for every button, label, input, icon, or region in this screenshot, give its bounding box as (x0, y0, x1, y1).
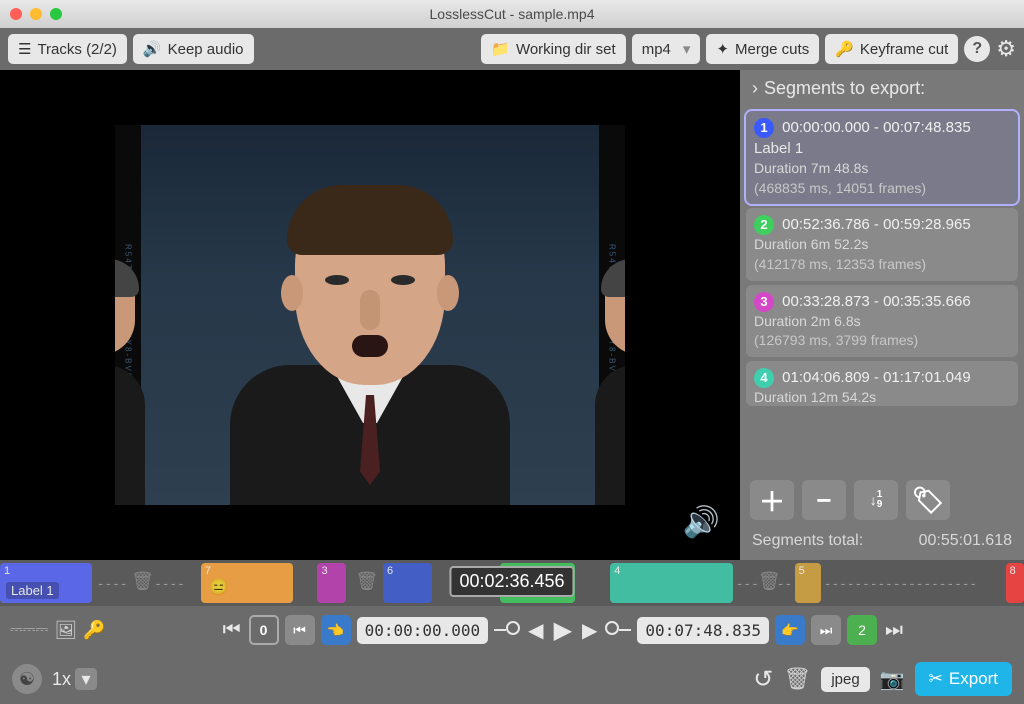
play-button[interactable]: ▶ (554, 616, 572, 645)
next-keyframe-button[interactable]: ⏭ (811, 615, 841, 645)
segments-header[interactable]: › Segments to export: (740, 70, 1024, 107)
trash-icon[interactable]: 🗑 (355, 571, 378, 592)
prev-keyframe-button[interactable]: ⏮ (285, 615, 315, 645)
segment-number-badge: 1 (754, 118, 774, 138)
segments-total-label: Segments total: (752, 532, 863, 550)
menu-icon: ☰ (18, 40, 31, 58)
jump-end-button[interactable]: ⏭ (885, 619, 903, 642)
step-forward-button[interactable]: ▶ (582, 618, 597, 643)
segments-total-value: 00:55:01.618 (919, 532, 1012, 550)
segment-time: 00:52:36.786 - 00:59:28.965 (782, 216, 971, 233)
add-segment-button[interactable]: ＋ (750, 480, 794, 520)
current-seg-index[interactable]: 0 (249, 615, 279, 645)
jump-start-button[interactable]: ⏮ (223, 619, 241, 642)
chevron-right-icon: › (752, 78, 758, 99)
playback-speed[interactable]: 1x ▾ (52, 668, 97, 690)
remove-segment-button[interactable]: − (802, 480, 846, 520)
tracks-button[interactable]: ☰ Tracks (2/2) (8, 34, 127, 64)
working-dir-button[interactable]: 📁 Working dir set (481, 34, 625, 64)
speed-dropdown[interactable]: ▾ (75, 668, 97, 690)
export-button[interactable]: ✂ Export (915, 662, 1012, 696)
segment-duration: Duration 2m 6.8s (754, 312, 1010, 332)
keyframes-icon[interactable]: 🔑 (83, 620, 105, 641)
segment-number-badge: 2 (754, 215, 774, 235)
merge-label: Merge cuts (735, 41, 809, 58)
caret-down-icon: ▾ (683, 40, 691, 58)
segments-panel: › Segments to export: 1 00:00:00.000 - 0… (740, 70, 1024, 560)
segment-number-badge: 4 (754, 368, 774, 388)
window-minimize-button[interactable] (30, 8, 42, 20)
speed-value: 1x (52, 669, 71, 690)
segment-item[interactable]: 2 00:52:36.786 - 00:59:28.965 Duration 6… (746, 208, 1018, 280)
segment-duration: Duration 6m 52.2s (754, 235, 1010, 255)
sort-segments-button[interactable]: ↓19 (854, 480, 898, 520)
segment-item[interactable]: 1 00:00:00.000 - 00:07:48.835 Label 1 Du… (746, 111, 1018, 204)
settings-button[interactable]: ⚙ (996, 36, 1016, 62)
invert-segments-button[interactable]: ☯ (12, 664, 42, 694)
seg-count-badge[interactable]: 2 (847, 615, 877, 645)
waveform-icon[interactable]: ⎓⎓⎓ (10, 621, 48, 639)
top-toolbar: ☰ Tracks (2/2) 🔊 Keep audio 📁 Working di… (0, 28, 1024, 70)
rotate-button[interactable]: ↺ (753, 665, 773, 694)
segments-actions: ＋ − ↓19 🏷 (740, 474, 1024, 526)
working-dir-label: Working dir set (516, 41, 616, 58)
keep-audio-button[interactable]: 🔊 Keep audio (133, 34, 254, 64)
timeline-seg-label: Label 1 (6, 582, 59, 599)
segments-title: Segments to export: (764, 78, 925, 99)
bottom-bar: ☯ 1x ▾ ↺ 🗑 jpeg 📷 ✂ Export (0, 654, 1024, 704)
output-format-button[interactable]: mp4 ▾ (632, 34, 701, 64)
help-button[interactable]: ? (964, 36, 990, 62)
titlebar: LosslessCut - sample.mp4 (0, 0, 1024, 28)
segment-time: 00:33:28.873 - 00:35:35.666 (782, 293, 971, 310)
current-time-display[interactable]: 00:02:36.456 (449, 566, 574, 597)
timeline[interactable]: 1Label 1 ---- 🗑 ---- 7😑 3 🗑 6 2 4 --- 🗑 … (0, 560, 1024, 606)
merge-cuts-button[interactable]: ✦ Merge cuts (706, 34, 819, 64)
segment-time: 01:04:06.809 - 01:17:01.049 (782, 369, 971, 386)
segment-details: (468835 ms, 14051 frames) (754, 179, 1010, 199)
segment-label: Label 1 (754, 138, 1010, 159)
video-preview[interactable]: R54T 6332-LKN UY8-BV09 R54T 6332-LKN UY8… (0, 70, 740, 560)
window-zoom-button[interactable] (50, 8, 62, 20)
segments-list: 1 00:00:00.000 - 00:07:48.835 Label 1 Du… (740, 107, 1024, 474)
folder-icon: 📁 (491, 40, 510, 58)
capture-frame-button[interactable]: 📷 (880, 667, 905, 692)
playback-controls: ⎓⎓⎓ 🖼 🔑 ⏮ 0 ⏮ 👈 00:00:00.000 ◀ ▶ ▶ 00:07… (0, 606, 1024, 654)
merge-icon: ✦ (716, 40, 729, 58)
volume-button[interactable]: 🔊 (683, 505, 720, 540)
set-cut-start-button[interactable]: 👈 (321, 615, 351, 645)
trash-icon[interactable]: 🗑 (758, 571, 781, 592)
segment-duration: Duration 12m 54.2s (754, 388, 1010, 406)
segment-number-badge: 3 (754, 292, 774, 312)
key-in-icon[interactable] (494, 621, 520, 640)
thumbnails-icon[interactable]: 🖼 (54, 620, 77, 641)
key-icon: 🔑 (835, 40, 854, 58)
delete-source-button[interactable]: 🗑 (783, 666, 811, 692)
format-label: mp4 (642, 41, 671, 58)
tracks-label: Tracks (2/2) (37, 41, 116, 58)
cut-end-time[interactable]: 00:07:48.835 (637, 617, 769, 644)
segment-duration: Duration 7m 48.8s (754, 159, 1010, 179)
set-cut-end-button[interactable]: 👉 (775, 615, 805, 645)
export-label: Export (949, 669, 998, 689)
video-frame: R54T 6332-LKN UY8-BV09 R54T 6332-LKN UY8… (115, 125, 625, 505)
keyframe-label: Keyframe cut (860, 41, 948, 58)
segment-item[interactable]: 3 00:33:28.873 - 00:35:35.666 Duration 2… (746, 285, 1018, 357)
segments-total: Segments total: 00:55:01.618 (740, 526, 1024, 560)
keep-audio-label: Keep audio (168, 41, 244, 58)
speaker-icon: 🔊 (143, 40, 162, 58)
keyframe-cut-button[interactable]: 🔑 Keyframe cut (825, 34, 958, 64)
step-back-button[interactable]: ◀ (528, 618, 543, 643)
window-title: LosslessCut - sample.mp4 (430, 6, 595, 22)
capture-format-button[interactable]: jpeg (821, 667, 869, 692)
segment-time: 00:00:00.000 - 00:07:48.835 (782, 119, 971, 136)
tag-segment-button[interactable]: 🏷 (906, 480, 950, 520)
cut-start-time[interactable]: 00:00:00.000 (357, 617, 489, 644)
segment-item[interactable]: 4 01:04:06.809 - 01:17:01.049 Duration 1… (746, 361, 1018, 406)
trash-icon[interactable]: 🗑 (131, 571, 154, 592)
scissors-icon: ✂ (929, 669, 943, 689)
segment-details: (126793 ms, 3799 frames) (754, 331, 1010, 351)
key-out-icon[interactable] (605, 621, 631, 640)
segment-details: (412178 ms, 12353 frames) (754, 255, 1010, 275)
window-close-button[interactable] (10, 8, 22, 20)
